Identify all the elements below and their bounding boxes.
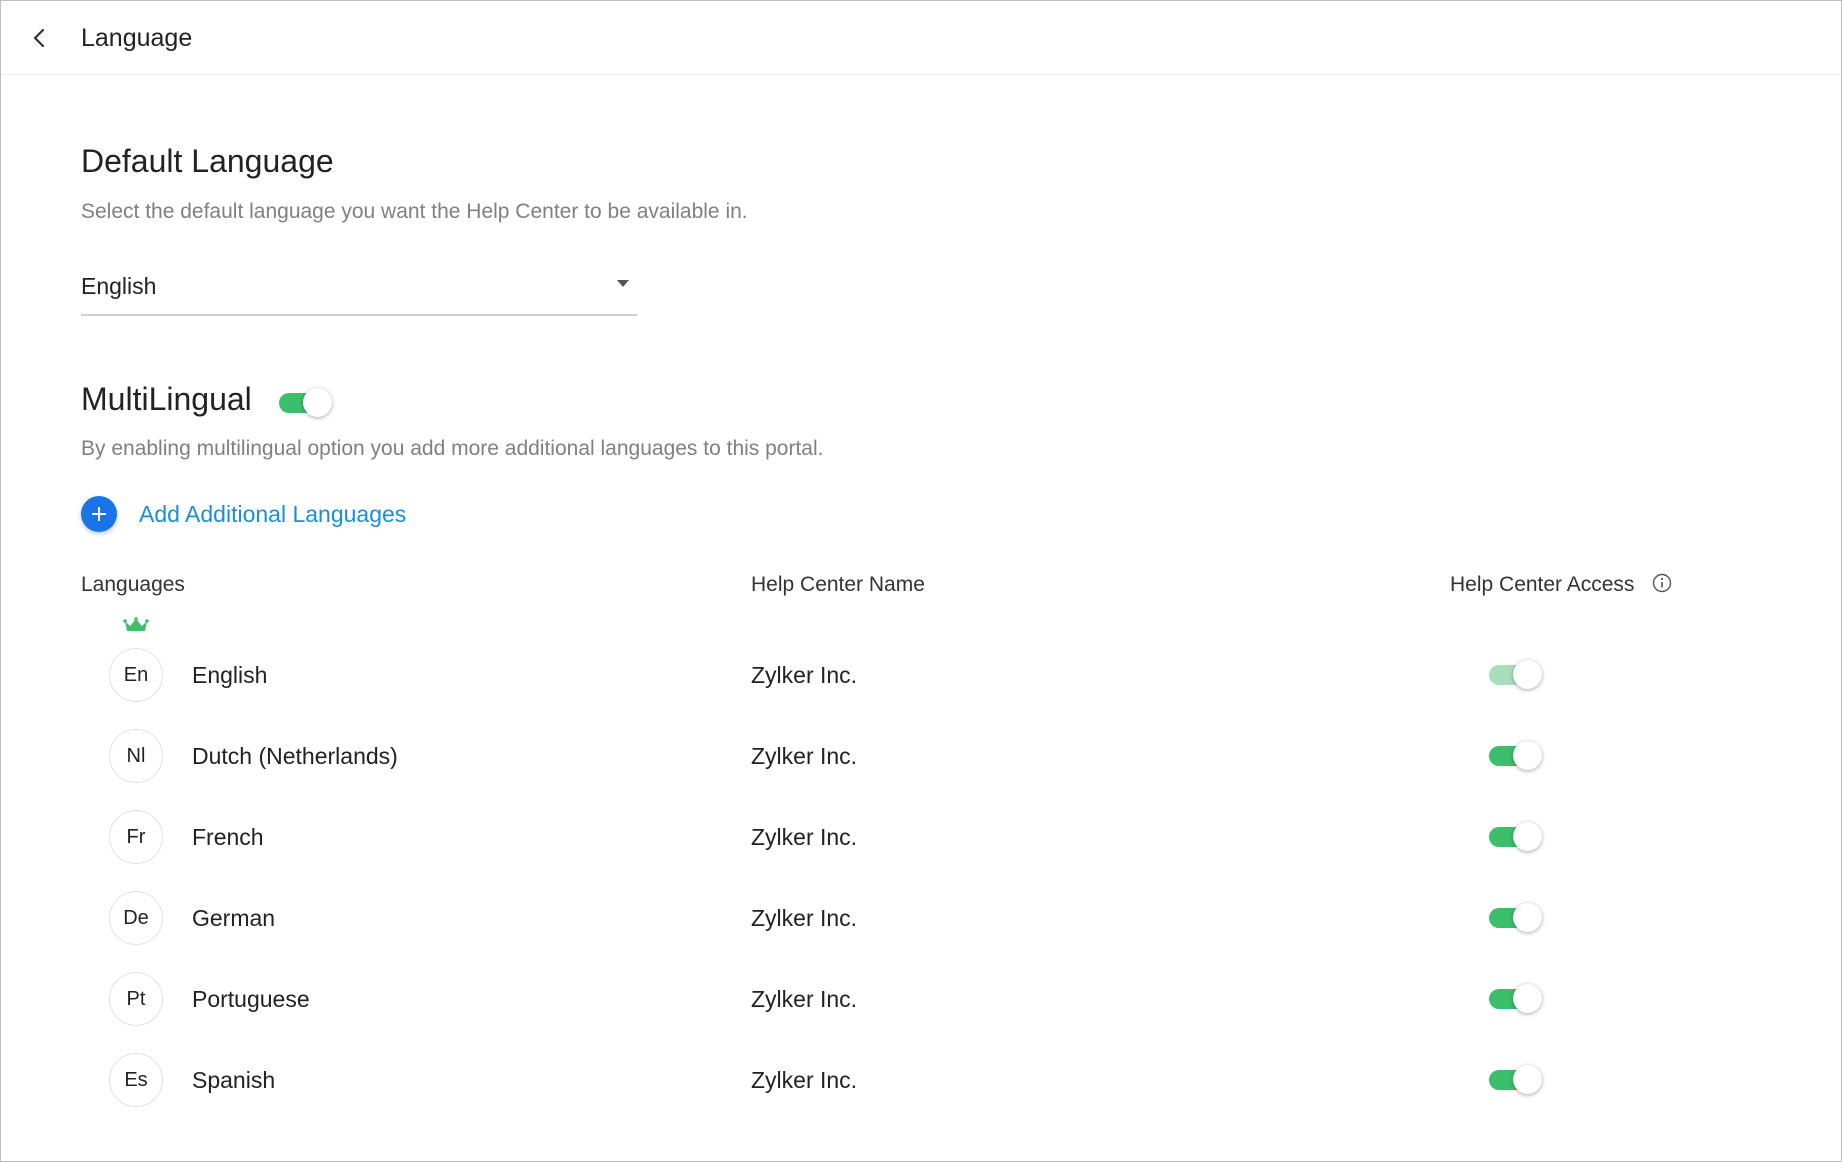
default-language-selected: English (81, 273, 157, 299)
column-header-languages: Languages (81, 573, 185, 596)
column-header-help-center-access: Help Center Access (1450, 571, 1672, 599)
language-name: Portuguese (192, 986, 310, 1012)
default-language-dropdown[interactable]: English (81, 268, 637, 316)
add-languages-label: Add Additional Languages (139, 501, 407, 527)
help-center-access-toggle[interactable] (1489, 902, 1543, 932)
language-code-badge: De (109, 891, 163, 945)
help-center-access-toggle[interactable] (1489, 821, 1543, 851)
help-center-name: Zylker Inc. (751, 986, 858, 1012)
language-name: Spanish (192, 1067, 276, 1093)
table-row: En English Zylker Inc. (81, 617, 1781, 708)
language-settings-page: Language Default Language Select the def… (0, 0, 1842, 1162)
crown-icon (123, 617, 149, 631)
toggle-knob (1513, 903, 1542, 932)
column-header-help-center-name: Help Center Name (751, 573, 925, 596)
language-code-badge: En (109, 648, 163, 702)
table-row: De German Zylker Inc. (81, 891, 1781, 951)
help-center-access-label: Help Center Access (1450, 573, 1635, 596)
help-center-access-toggle[interactable] (1489, 1064, 1543, 1094)
plus-icon (92, 507, 106, 521)
help-center-name: Zylker Inc. (751, 905, 858, 931)
toggle-knob (1513, 660, 1542, 689)
table-row: Nl Dutch (Netherlands) Zylker Inc. (81, 729, 1781, 789)
language-name: French (192, 824, 264, 850)
multilingual-toggle[interactable] (279, 387, 333, 417)
help-center-access-toggle[interactable] (1489, 983, 1543, 1013)
table-row: Es Spanish Zylker Inc. (81, 1053, 1781, 1113)
back-button[interactable] (27, 25, 53, 51)
language-code-badge: Pt (109, 972, 163, 1026)
default-language-title: Default Language (81, 143, 334, 179)
toggle-knob (1513, 822, 1542, 851)
chevron-left-icon (33, 28, 45, 48)
toggle-knob (303, 388, 332, 417)
language-name: Dutch (Netherlands) (192, 743, 398, 769)
language-code-badge: Es (109, 1053, 163, 1107)
multilingual-title: MultiLingual (81, 381, 252, 417)
info-icon[interactable] (1652, 573, 1672, 593)
caret-down-icon (617, 280, 629, 287)
toggle-knob (1513, 984, 1542, 1013)
language-name: English (192, 662, 268, 688)
toggle-knob (1513, 741, 1542, 770)
help-center-access-toggle (1489, 659, 1543, 689)
page-header: Language (1, 1, 1841, 75)
toggle-knob (1513, 1065, 1542, 1094)
help-center-name: Zylker Inc. (751, 743, 858, 769)
language-code-badge: Nl (109, 729, 163, 783)
add-circle (81, 496, 117, 532)
table-row: Pt Portuguese Zylker Inc. (81, 972, 1781, 1032)
help-center-access-toggle[interactable] (1489, 740, 1543, 770)
table-row: Fr French Zylker Inc. (81, 810, 1781, 870)
help-center-name: Zylker Inc. (751, 662, 858, 688)
language-name: German (192, 905, 276, 931)
default-language-description: Select the default language you want the… (81, 200, 748, 223)
multilingual-description: By enabling multilingual option you add … (81, 437, 824, 460)
main-content: Default Language Select the default lang… (81, 74, 1841, 1161)
page-title: Language (81, 24, 193, 52)
help-center-name: Zylker Inc. (751, 824, 858, 850)
language-code-badge: Fr (109, 810, 163, 864)
help-center-name: Zylker Inc. (751, 1067, 858, 1093)
